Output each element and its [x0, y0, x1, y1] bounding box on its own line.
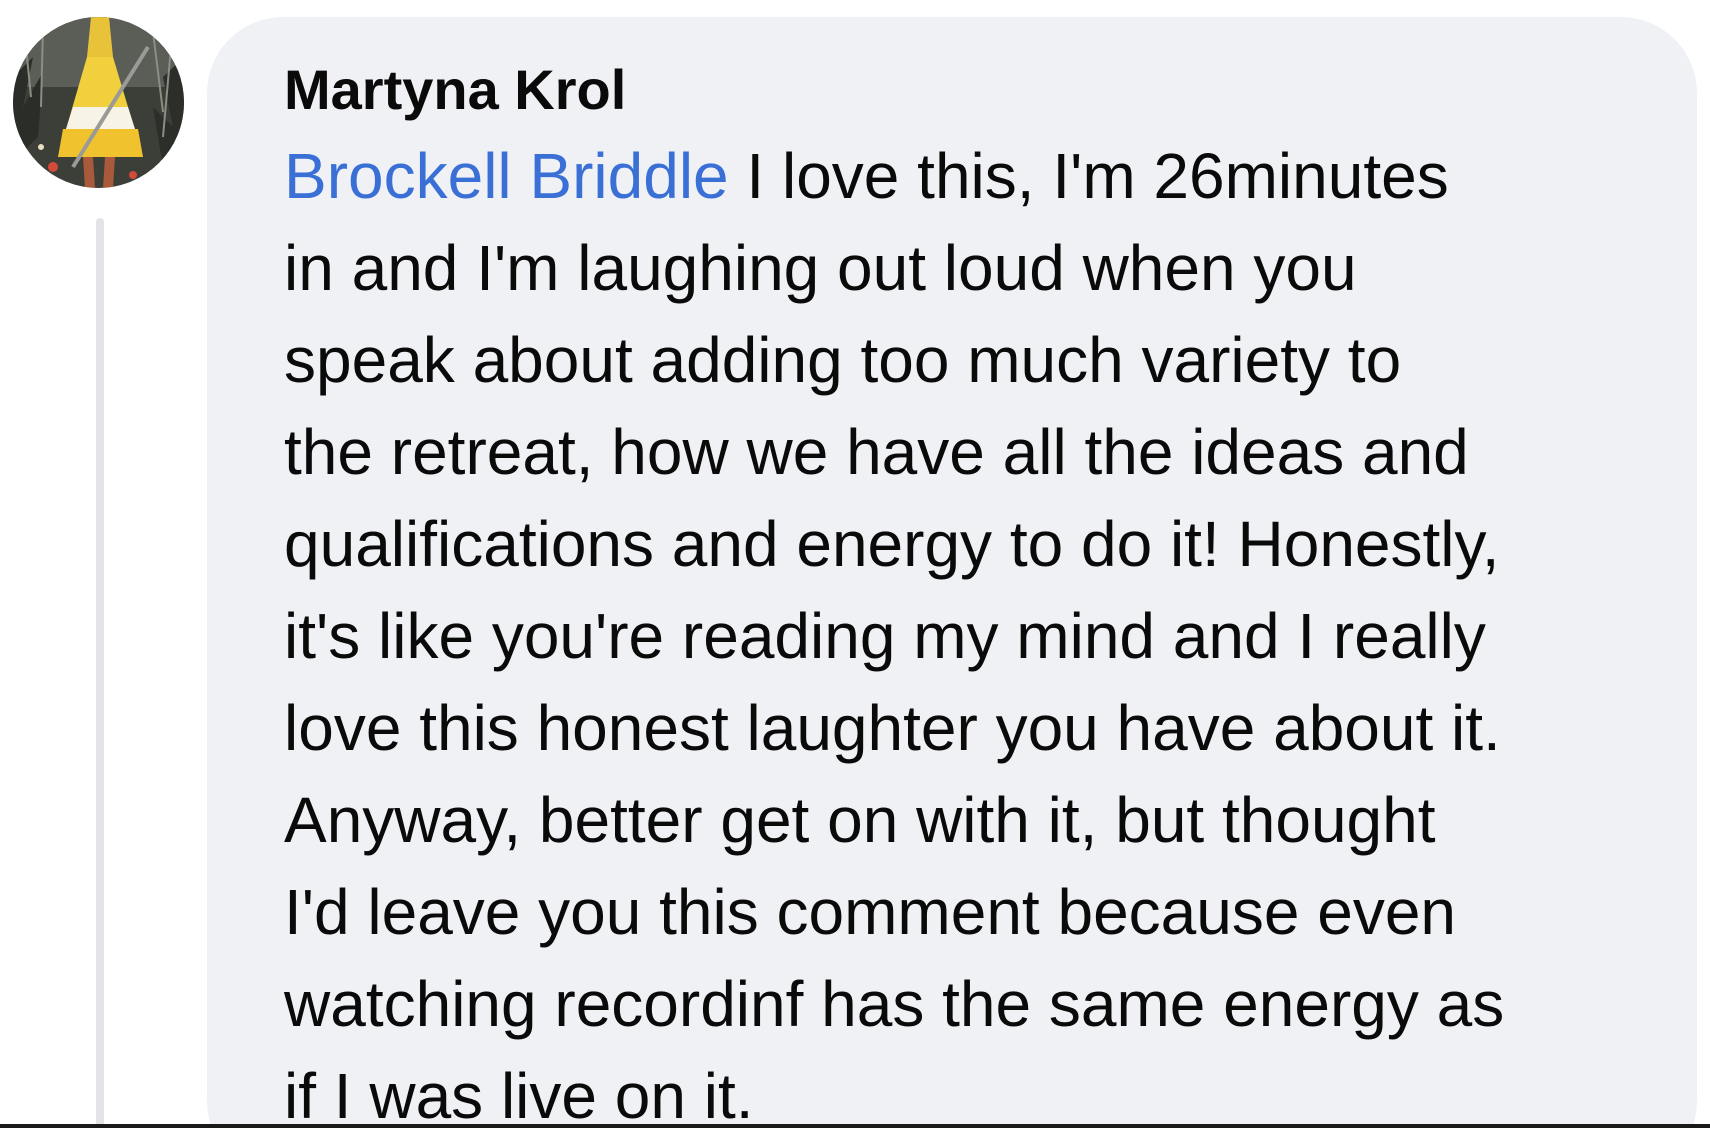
comment-line: watching recordinf has the same energy a…: [284, 968, 1505, 1040]
comment-line: qualifications and energy to do it! Hone…: [284, 508, 1500, 580]
comment-thread: Martyna Krol Brockell Briddle I love thi…: [0, 0, 1710, 1128]
comment-line-1: Brockell Briddle I love this, I'm 26minu…: [284, 130, 1684, 222]
comment-line: it's like you're reading my mind and I r…: [284, 600, 1486, 672]
mention-link[interactable]: Brockell Briddle: [284, 140, 729, 212]
avatar-image: [13, 17, 184, 188]
comment-body: Brockell Briddle I love this, I'm 26minu…: [284, 130, 1684, 1128]
comment-author-name[interactable]: Martyna Krol: [284, 56, 626, 124]
comment-line: the retreat, how we have all the ideas a…: [284, 416, 1469, 488]
comment-line: Anyway, better get on with it, but thoug…: [284, 784, 1436, 856]
comment-text-segment: I love this, I'm 26minutes: [728, 140, 1449, 212]
author-avatar[interactable]: [13, 17, 184, 188]
comment-line: speak about adding too much variety to: [284, 324, 1402, 396]
comment-line: if I was live on it.: [284, 1060, 754, 1128]
thread-connector-line: [96, 218, 104, 1128]
comment-line: I'd leave you this comment because even: [284, 876, 1456, 948]
comment-line: love this honest laughter you have about…: [284, 692, 1501, 764]
comment-line: in and I'm laughing out loud when you: [284, 232, 1357, 304]
screen-bottom-divider: [0, 1124, 1710, 1128]
